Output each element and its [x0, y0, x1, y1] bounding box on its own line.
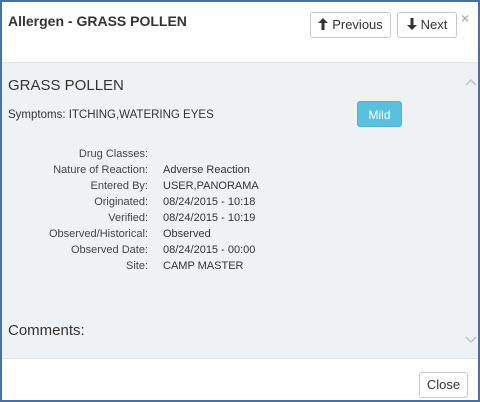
comments-heading: Comments: — [8, 322, 85, 339]
symptoms-text: Symptoms: ITCHING,WATERING EYES — [8, 109, 214, 121]
detail-value: 08/24/2015 - 10:19 — [163, 212, 256, 224]
next-button[interactable]: Next — [397, 12, 457, 38]
close-icon[interactable]: × — [461, 10, 469, 26]
detail-label: Nature of Reaction: — [53, 164, 148, 176]
severity-badge[interactable]: Mild — [357, 101, 402, 127]
detail-row: Entered By: USER,PANORAMA — [2, 178, 478, 194]
details-list: Drug Classes: Nature of Reaction: Advers… — [2, 146, 478, 274]
detail-row: Originated: 08/24/2015 - 10:18 — [2, 194, 478, 210]
detail-row: Observed Date: 08/24/2015 - 00:00 — [2, 242, 478, 258]
detail-label: Site: — [125, 260, 148, 272]
detail-row: Verified: 08/24/2015 - 10:19 — [2, 210, 478, 226]
detail-value: CAMP MASTER — [163, 260, 244, 272]
detail-value: 08/24/2015 - 00:00 — [163, 244, 256, 256]
previous-label: Previous — [332, 17, 383, 32]
detail-label: Observed Date: — [70, 244, 148, 256]
detail-label: Observed/Historical: — [48, 228, 148, 240]
detail-value: Adverse Reaction — [163, 164, 250, 176]
next-label: Next — [420, 17, 448, 32]
dialog-title: Allergen - GRASS POLLEN — [8, 13, 187, 29]
close-button[interactable]: Close — [419, 372, 468, 398]
arrow-down-icon — [406, 18, 417, 30]
detail-row: Nature of Reaction: Adverse Reaction — [2, 162, 478, 178]
detail-value: 08/24/2015 - 10:18 — [163, 196, 256, 208]
detail-row: Drug Classes: — [2, 146, 478, 162]
scroll-down-icon[interactable] — [465, 335, 477, 345]
detail-label: Originated: — [94, 196, 148, 208]
dialog-header: Allergen - GRASS POLLEN Previous Next × — [2, 2, 478, 63]
previous-button[interactable]: Previous — [310, 12, 391, 38]
allergen-dialog: Allergen - GRASS POLLEN Previous Next × … — [0, 0, 480, 402]
detail-value: Observed — [163, 228, 211, 240]
dialog-body[interactable]: GRASS POLLEN Symptoms: ITCHING,WATERING … — [2, 63, 478, 359]
detail-label: Entered By: — [90, 180, 148, 192]
arrow-up-icon — [318, 18, 329, 30]
scroll-up-icon[interactable] — [465, 77, 477, 87]
detail-label: Drug Classes: — [78, 148, 148, 160]
detail-row: Site: CAMP MASTER — [2, 258, 478, 274]
allergen-name: GRASS POLLEN — [8, 77, 124, 94]
detail-value: USER,PANORAMA — [163, 180, 259, 192]
detail-label: Verified: — [108, 212, 148, 224]
detail-row: Observed/Historical: Observed — [2, 226, 478, 242]
